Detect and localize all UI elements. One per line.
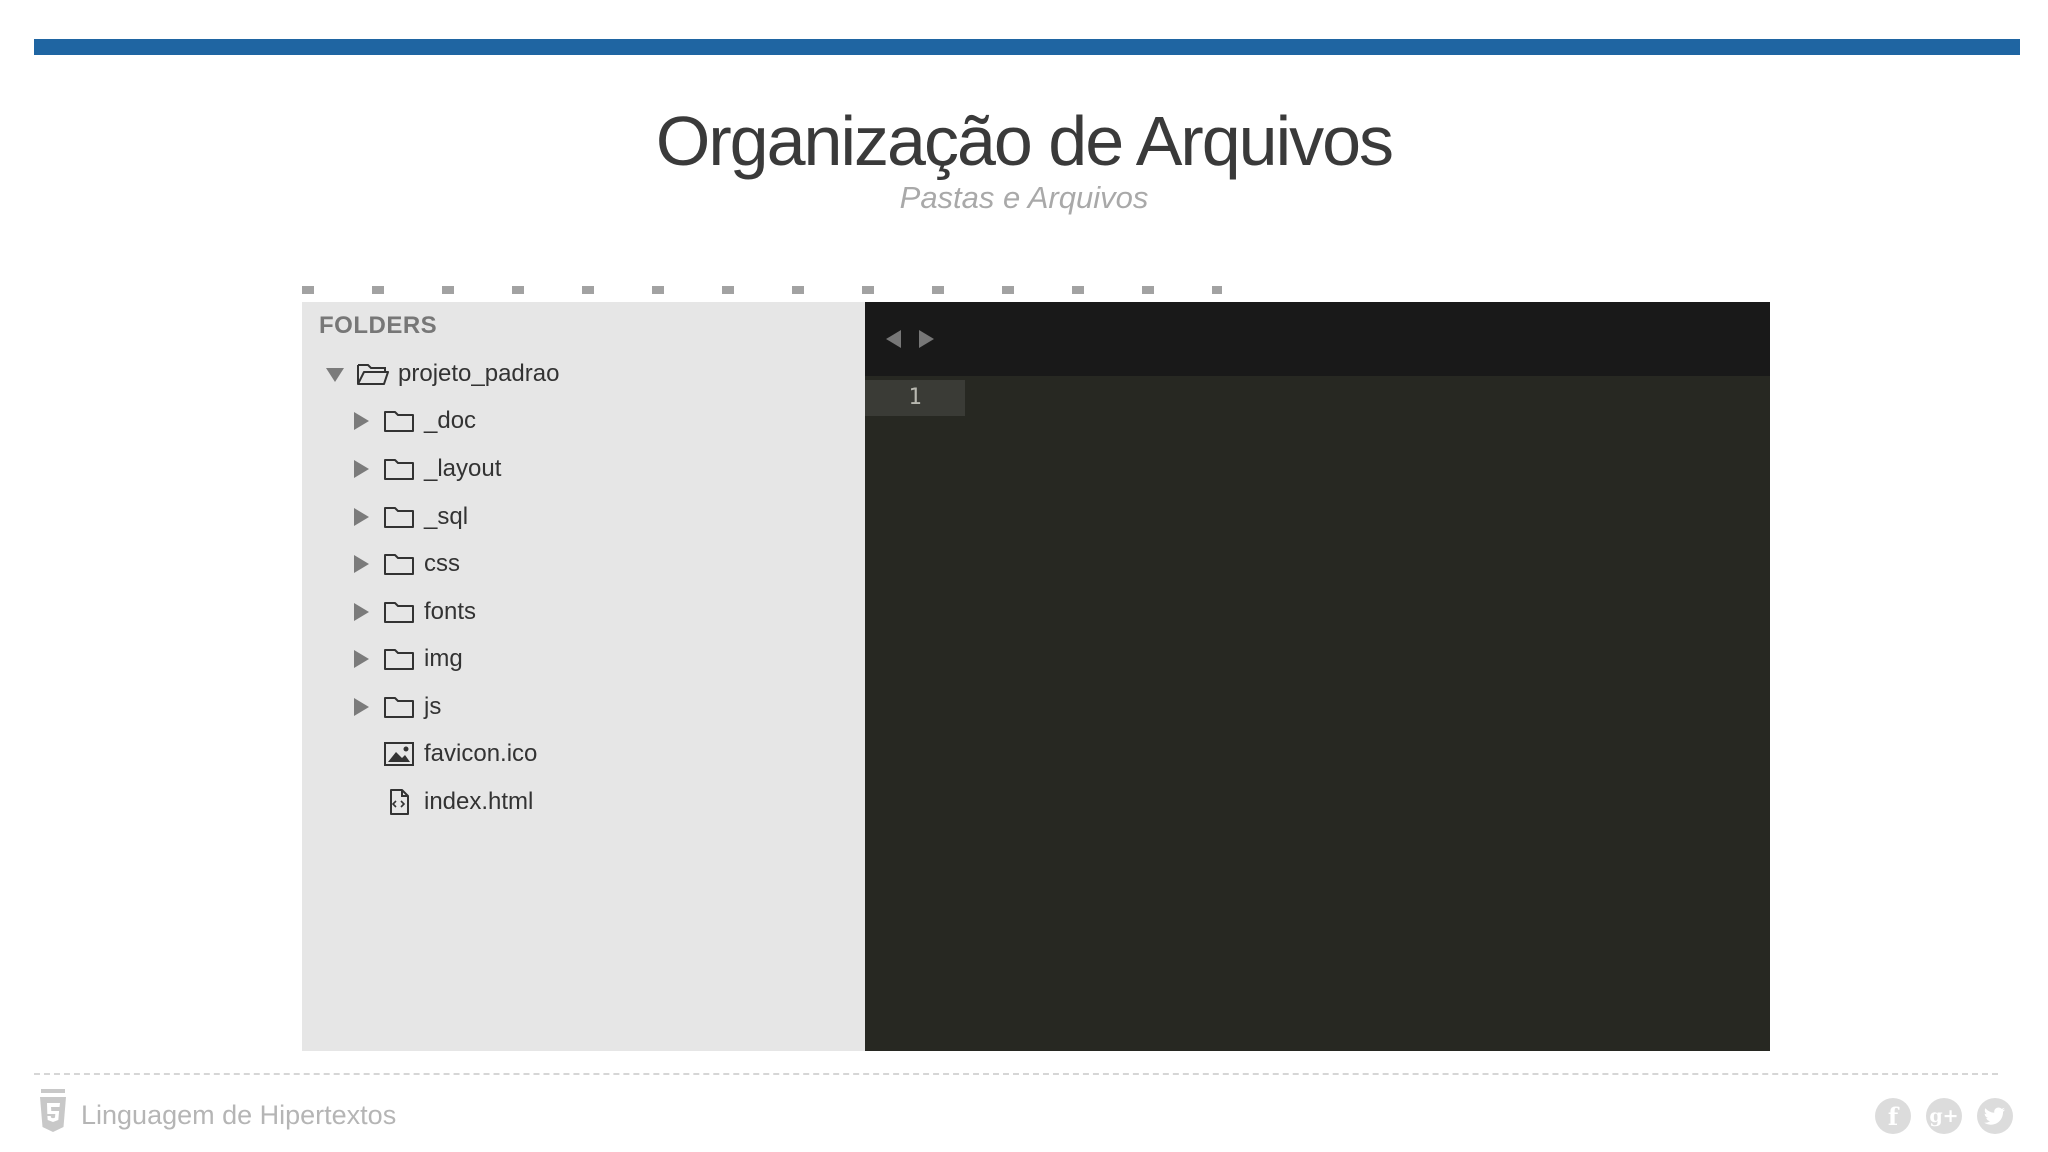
chevron-right-icon[interactable] <box>350 410 372 432</box>
tree-folder-fonts[interactable]: fonts <box>350 592 476 632</box>
code-file-icon <box>382 788 416 816</box>
editor-window: FOLDERS projeto_padrao _doc _layout _sql… <box>302 302 1770 1051</box>
tree-item-label: fonts <box>424 598 477 625</box>
tab-nav-right-button[interactable] <box>917 328 937 350</box>
chevron-right-icon[interactable] <box>350 696 372 718</box>
tree-folder-css[interactable]: css <box>350 544 460 584</box>
chevron-right-icon[interactable] <box>350 553 372 575</box>
page-subtitle: Pastas e Arquivos <box>899 180 1149 215</box>
tree-item-label: _doc <box>424 407 477 434</box>
folder-icon <box>382 407 416 435</box>
tree-file-favicon[interactable]: favicon.ico <box>382 734 537 774</box>
folders-sidebar: FOLDERS projeto_padrao _doc _layout _sql… <box>302 302 865 1051</box>
tree-folder-doc[interactable]: _doc <box>350 401 476 441</box>
footer-divider <box>34 1073 1998 1075</box>
folder-open-icon <box>356 360 390 388</box>
chevron-right-icon[interactable] <box>350 458 372 480</box>
tree-root-folder[interactable]: projeto_padrao <box>324 354 559 394</box>
folders-heading: FOLDERS <box>319 312 438 339</box>
tab-bar <box>865 302 1770 376</box>
chevron-down-icon[interactable] <box>324 363 346 385</box>
slide: Organização de Arquivos Pastas e Arquivo… <box>0 0 2048 1152</box>
tree-folder-layout[interactable]: _layout <box>350 449 501 489</box>
page-title: Organização de Arquivos <box>655 102 1394 180</box>
tab-nav-left-button[interactable] <box>883 328 903 350</box>
chevron-right-icon[interactable] <box>350 648 372 670</box>
twitter-icon[interactable] <box>1977 1098 2013 1134</box>
tree-item-label: projeto_padrao <box>398 360 560 387</box>
tree-item-label: css <box>424 550 460 577</box>
triangle-right-icon <box>919 330 934 348</box>
top-accent-bar <box>34 39 2020 55</box>
editor-pane[interactable]: 1 <box>865 302 1770 1051</box>
folder-icon <box>382 455 416 483</box>
folder-icon <box>382 693 416 721</box>
facebook-icon[interactable]: f <box>1875 1098 1911 1134</box>
twitter-bird-shape <box>1984 1107 2005 1125</box>
chevron-right-icon[interactable] <box>350 506 372 528</box>
html5-shield-icon <box>38 1088 68 1134</box>
tree-folder-sql[interactable]: _sql <box>350 497 468 537</box>
folder-icon <box>382 598 416 626</box>
footer-course-title: Linguagem de Hipertextos <box>81 1100 397 1130</box>
tree-folder-img[interactable]: img <box>350 639 463 679</box>
tree-item-label: _sql <box>424 503 469 530</box>
chevron-right-icon[interactable] <box>350 601 372 623</box>
folder-icon <box>382 550 416 578</box>
tree-item-label: _layout <box>424 455 502 482</box>
google-plus-icon[interactable]: g+ <box>1926 1098 1962 1134</box>
folder-icon <box>382 503 416 531</box>
cropped-menu-remnant <box>302 286 1222 294</box>
tree-item-label: index.html <box>424 788 534 815</box>
tree-item-label: js <box>424 693 442 720</box>
triangle-left-icon <box>886 330 901 348</box>
facebook-glyph: f <box>1887 1101 1899 1131</box>
tree-file-index[interactable]: index.html <box>382 782 533 822</box>
line-number: 1 <box>908 385 922 410</box>
folder-icon <box>382 645 416 673</box>
tree-item-label: favicon.ico <box>424 740 538 767</box>
google-plus-glyph: g+ <box>1929 1105 1959 1127</box>
tree-item-label: img <box>424 645 463 672</box>
image-file-icon <box>382 740 416 768</box>
tree-folder-js[interactable]: js <box>350 687 441 727</box>
